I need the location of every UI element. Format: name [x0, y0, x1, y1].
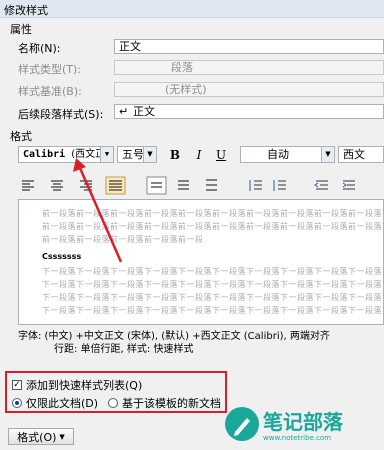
only-this-document-radio[interactable]: 仅限此文档(D) [12, 395, 98, 411]
radio-unselected-icon [108, 398, 118, 408]
chevron-down-icon: ▼ [59, 432, 65, 441]
new-documents-radio[interactable]: 基于该模板的新文档 [108, 395, 221, 411]
format-menu-button[interactable]: 格式(O) ▼ [8, 428, 74, 445]
description-line-1: 字体: (中文) +中文正文 (宋体), (默认) +西文正文 (Calibri… [18, 331, 330, 342]
format-button-label: 格式(O) [17, 430, 57, 444]
style-description: 字体: (中文) +中文正文 (宋体), (默认) +西文正文 (Calibri… [18, 330, 384, 356]
new-documents-label: 基于该模板的新文档 [122, 397, 221, 410]
watermark-brand: 笔记部落 [263, 410, 343, 434]
add-to-quick-styles-label: 添加到快速样式列表(Q) [26, 379, 143, 392]
watermark-url: www.notetribe.com [263, 434, 332, 442]
add-to-quick-styles-checkbox[interactable]: ✓ 添加到快速样式列表(Q) [12, 377, 142, 393]
description-line-2: 行距: 单倍行距, 样式: 快速样式 [54, 344, 194, 355]
radio-selected-icon [12, 398, 22, 408]
only-this-document-label: 仅限此文档(D) [26, 397, 99, 410]
checkbox-checked-icon: ✓ [12, 380, 22, 390]
watermark: 笔记部落 www.notetribe.com [225, 404, 384, 450]
pen-logo-icon [225, 407, 259, 441]
